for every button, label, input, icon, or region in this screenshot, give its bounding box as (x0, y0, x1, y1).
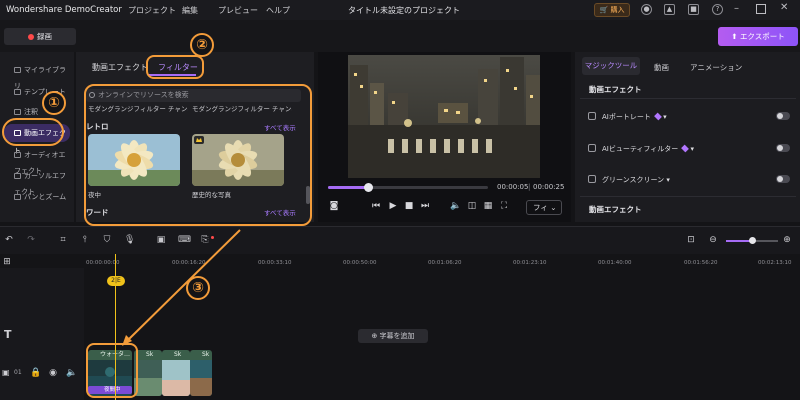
drag-arrow (122, 229, 241, 346)
